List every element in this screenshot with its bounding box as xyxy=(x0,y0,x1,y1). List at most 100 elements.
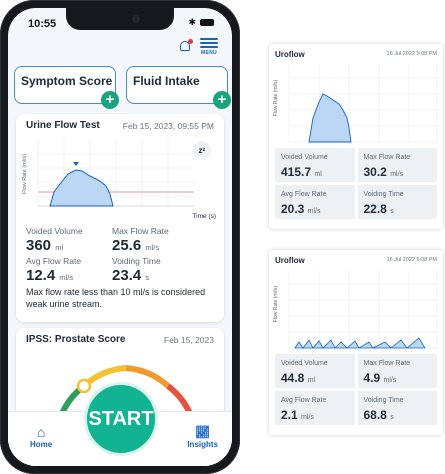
metric-label: Voiding Time xyxy=(363,191,404,198)
camera-icon xyxy=(132,15,140,23)
nav-label: Insights xyxy=(187,440,218,449)
metric-value: 360 xyxy=(26,237,52,254)
start-button[interactable]: START xyxy=(84,382,158,456)
uroflow-panel-1: Uroflow 16 Jul 2022 5:08 PM Flow Rate (m… xyxy=(269,44,443,229)
urine-flow-card[interactable]: Urine Flow Test Feb 15, 2023, 09:55 PM F… xyxy=(16,114,224,322)
metric-label: Voiding Time xyxy=(363,397,404,404)
phone-screen: 10:55 ✱ MENU Symptom Score + Fluid Intak… xyxy=(8,8,232,466)
nav-label: Home xyxy=(30,440,53,449)
metric-max-flow-rate: Max Flow Rate 25.6 ml/s xyxy=(112,226,169,254)
metric-unit: ml xyxy=(55,243,64,252)
x-axis-label: Time (s) xyxy=(192,213,216,220)
metric-avg-flow-rate: Avg Flow Rate 2.1 ml/s xyxy=(275,391,355,425)
metric-unit: ml/s xyxy=(301,414,314,421)
symptom-score-tile[interactable]: Symptom Score + xyxy=(14,66,119,109)
chart-icon: 📈︎ xyxy=(195,425,211,439)
metric-label: Voided Volume xyxy=(281,154,328,161)
uroflow-chart-1: Flow Rate (ml/s) xyxy=(273,64,438,143)
panel-date: 16 Jul 2022 5:08 PM xyxy=(386,51,437,57)
home-icon: ⌂ xyxy=(36,424,46,440)
metric-voiding-time: Voiding Time 22.8 s xyxy=(357,185,437,219)
metric-max-flow-rate: Max Flow Rate 4.9 ml/s xyxy=(357,354,437,388)
add-symptom-score-button[interactable]: + xyxy=(101,91,119,109)
status-icons: ✱ xyxy=(188,17,214,28)
nav-home[interactable]: ⌂ Home xyxy=(30,424,52,449)
metric-unit: ml/s xyxy=(390,171,404,178)
metric-label: Max Flow Rate xyxy=(363,154,411,161)
uroflow-chart-2: Flow Rate (ml/s) xyxy=(273,270,438,349)
metric-voided-volume: Voided Volume 360 ml xyxy=(26,226,83,254)
max-flow-marker xyxy=(73,162,79,166)
y-axis-label: Flow Rate (ml/s) xyxy=(22,154,28,194)
y-axis-label: Flow Rate (ml/s) xyxy=(273,285,279,322)
fluid-intake-tile[interactable]: Fluid Intake + xyxy=(126,66,231,109)
urine-flow-chart: Flow Rate (ml/s) Time (s) zᶻ xyxy=(22,140,216,220)
notch xyxy=(66,8,174,30)
tile-title: Symptom Score xyxy=(21,74,113,88)
bluetooth-icon: ✱ xyxy=(188,17,196,27)
nav-insights[interactable]: 📈︎ Insights xyxy=(187,424,218,449)
metric-voiding-time: Voiding Time 23.4 s xyxy=(112,256,161,284)
card-date: Feb 15, 2023, 09:55 PM xyxy=(122,121,214,131)
metric-label: Voided Volume xyxy=(26,226,83,236)
phone-frame: 10:55 ✱ MENU Symptom Score + Fluid Intak… xyxy=(0,0,240,474)
panel-metrics: Voided Volume 44.8 ml Max Flow Rate 4.9 ml… xyxy=(275,354,437,425)
gauge-marker xyxy=(76,378,92,394)
notification-bell-icon[interactable] xyxy=(178,39,193,53)
flow-curve xyxy=(294,337,426,349)
metric-value: 30.2 xyxy=(363,165,387,179)
hamburger-icon xyxy=(200,36,218,50)
metric-voided-volume: Voided Volume 415.7 ml xyxy=(275,148,355,182)
uroflow-panel-2: Uroflow 16 Jul 2022 5:08 PM Flow Rate (m… xyxy=(269,250,443,435)
flow-curve xyxy=(49,169,114,207)
flow-curve xyxy=(308,93,352,143)
metric-unit: ml/s xyxy=(307,208,321,215)
battery-icon xyxy=(200,19,214,26)
y-axis-label: Flow Rate (ml/s) xyxy=(273,79,279,116)
metric-unit: ml/s xyxy=(383,377,397,384)
metric-avg-flow-rate: Avg Flow Rate 20.3 ml/s xyxy=(275,185,355,219)
metric-value: 25.6 xyxy=(112,237,142,254)
metric-value: 23.4 xyxy=(112,267,142,284)
metric-unit: ml xyxy=(307,377,316,384)
top-actions: MENU xyxy=(178,36,218,56)
metric-label: Max Flow Rate xyxy=(363,360,411,367)
metric-voided-volume: Voided Volume 44.8 ml xyxy=(275,354,355,388)
panel-date: 16 Jul 2022 5:08 PM xyxy=(386,257,437,263)
tile-title: Fluid Intake xyxy=(133,74,200,88)
metric-value: 12.4 xyxy=(26,267,56,284)
weak-stream-note: Max flow rate less than 10 ml/s is consi… xyxy=(26,287,206,309)
metric-label: Max Flow Rate xyxy=(112,226,169,236)
metric-voiding-time: Voiding Time 68.8 s xyxy=(357,391,437,425)
metric-unit: s xyxy=(145,273,150,282)
add-fluid-intake-button[interactable]: + xyxy=(213,91,231,109)
metric-unit: ml/s xyxy=(59,273,74,282)
metric-label: Voided Volume xyxy=(281,360,328,367)
card-date: Feb 15, 2023 xyxy=(163,335,214,345)
metric-value: 22.8 xyxy=(363,202,387,216)
metric-unit: s xyxy=(390,208,394,215)
metric-value: 44.8 xyxy=(281,371,305,385)
status-time: 10:55 xyxy=(28,18,57,30)
metric-value: 4.9 xyxy=(363,371,381,385)
metric-unit: s xyxy=(390,414,394,421)
metric-label: Avg Flow Rate xyxy=(281,191,327,198)
panel-metrics: Voided Volume 415.7 ml Max Flow Rate 30.2 … xyxy=(275,148,437,219)
menu-label: MENU xyxy=(201,50,217,56)
card-title: Urine Flow Test xyxy=(26,120,100,131)
metric-value: 68.8 xyxy=(363,408,387,422)
card-title: IPSS: Prostate Score xyxy=(26,334,126,345)
metric-unit: ml xyxy=(314,171,322,178)
metric-label: Avg Flow Rate xyxy=(26,256,82,266)
metric-avg-flow-rate: Avg Flow Rate 12.4 ml/s xyxy=(26,256,81,284)
metric-value: 415.7 xyxy=(281,165,312,179)
sleep-icon: zᶻ xyxy=(199,146,206,155)
metric-label: Voiding Time xyxy=(112,256,161,266)
metric-unit: ml/s xyxy=(145,243,160,252)
metric-value: 20.3 xyxy=(281,202,305,216)
metric-value: 2.1 xyxy=(281,408,298,422)
menu-button[interactable]: MENU xyxy=(200,36,218,56)
metric-label: Avg Flow Rate xyxy=(281,397,327,404)
notification-dot xyxy=(188,39,193,44)
metric-max-flow-rate: Max Flow Rate 30.2 ml/s xyxy=(357,148,437,182)
